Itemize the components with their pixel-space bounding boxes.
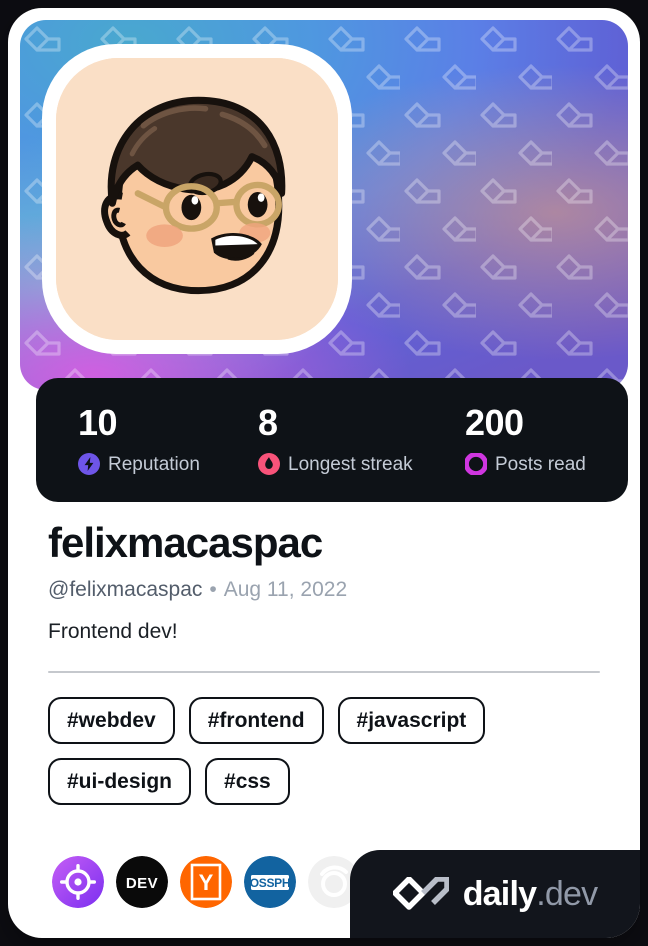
avatar-image (56, 58, 338, 340)
daily-dev-logo-icon (392, 877, 449, 911)
stat-row: Posts read (465, 453, 586, 475)
stat-longest-streak: 8 Longest streak (236, 405, 443, 475)
stat-row: Longest streak (258, 453, 443, 475)
joined-date: Aug 11, 2022 (223, 578, 348, 602)
divider (48, 670, 600, 673)
stat-value: 8 (258, 402, 278, 443)
daily-dev-brand: daily.dev (350, 850, 640, 938)
brand-primary: daily (462, 875, 537, 913)
page-title: felixmacaspac (48, 519, 323, 566)
target-badge-icon[interactable] (52, 856, 104, 908)
stat-value: 10 (78, 402, 118, 443)
stat-label: Reputation (108, 453, 200, 475)
user-handle: @felixmacaspac (48, 578, 203, 602)
stat-reputation: 10 Reputation (56, 405, 236, 475)
tag-chip[interactable]: #javascript (337, 696, 486, 744)
tag-chip[interactable]: #css (205, 757, 290, 806)
ossph-badge-icon[interactable]: OSSPH (244, 856, 296, 908)
dev-to-badge-icon[interactable]: DEV (116, 856, 168, 908)
stat-value: 200 (465, 402, 524, 443)
hacker-news-badge-icon[interactable]: Y (180, 856, 232, 908)
avatar (42, 44, 352, 354)
tag-chip[interactable]: #webdev (48, 696, 175, 744)
tag-chip[interactable]: #frontend (188, 696, 324, 744)
reputation-bolt-icon (78, 453, 100, 475)
posts-read-ring-icon (465, 453, 487, 475)
tag-chip[interactable]: #ui-design (48, 757, 192, 806)
svg-text:Y: Y (199, 870, 214, 895)
separator-dot: • (209, 578, 217, 602)
devcard[interactable]: 10 Reputation 8 Longest streak 200 Posts… (8, 8, 640, 938)
svg-text:DEV: DEV (126, 875, 158, 892)
profile-section: felixmacaspac @felixmacaspac • Aug 11, 2… (8, 519, 640, 806)
handle-line: @felixmacaspac • Aug 11, 2022 (48, 577, 600, 602)
streak-flame-icon (258, 453, 280, 475)
brand-wordmark: daily.dev (463, 877, 598, 911)
source-badges: DEV Y OSSPH (52, 856, 360, 908)
stat-posts-read: 200 Posts read (443, 405, 586, 475)
svg-text:OSSPH: OSSPH (250, 876, 291, 890)
brand-secondary: .dev (536, 875, 598, 913)
tag-list: #webdev #frontend #javascript #ui-design… (48, 696, 600, 806)
stat-row: Reputation (78, 453, 236, 475)
stat-label: Longest streak (288, 453, 413, 475)
stat-label: Posts read (495, 453, 586, 475)
stats-bar: 10 Reputation 8 Longest streak 200 Posts… (36, 378, 628, 502)
user-bio: Frontend dev! (48, 619, 178, 643)
